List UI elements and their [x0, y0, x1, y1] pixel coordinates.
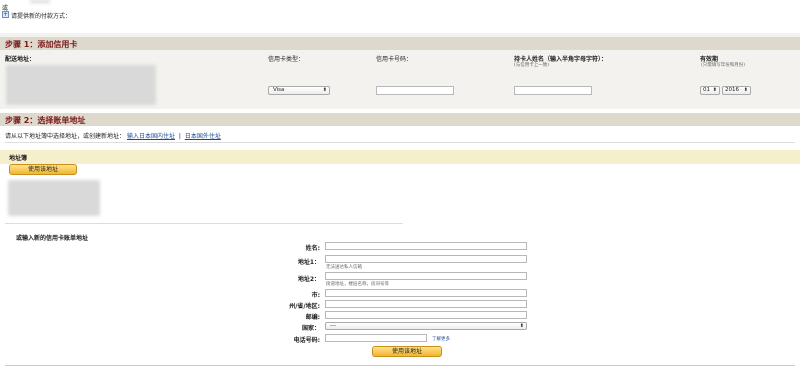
expiry-hint: (只需填写年份和月份)	[701, 63, 746, 68]
divider	[5, 142, 795, 143]
postal-input[interactable]	[325, 311, 527, 319]
blurred-address-book-entry	[8, 180, 100, 216]
bottom-divider	[5, 365, 795, 366]
address2-hint: 街道地址，楼层名称，房间号等	[326, 282, 389, 287]
step2-header: 步骤 2：选择账单地址	[0, 113, 800, 126]
card-number-label: 信用卡号码：	[376, 56, 413, 63]
address1-label: 地址1：	[297, 259, 320, 266]
country-select[interactable]: --- ⬍	[325, 322, 527, 330]
postal-label: 邮编:	[305, 314, 320, 321]
phone-input[interactable]	[325, 334, 427, 342]
card-number-input[interactable]	[376, 86, 454, 95]
expiry-year-select[interactable]: 2016 ⬍	[722, 86, 751, 95]
cardholder-hint: (与信用卡上一致)	[514, 63, 550, 68]
state-label: 州/省/地区:	[289, 303, 320, 310]
phone-more-link[interactable]: 了解更多	[432, 336, 450, 342]
expiry-month-value: 01	[703, 87, 710, 93]
card-type-select[interactable]: Visa ⬍	[268, 86, 330, 95]
step1-title: 步骤 1：添加信用卡	[5, 40, 78, 49]
step2-instruction-text: 请从以下地址簿中选择地址，或创建新地址：	[5, 133, 126, 140]
name-label: 姓名:	[305, 245, 320, 252]
cardholder-input[interactable]	[514, 86, 592, 95]
city-input[interactable]	[325, 289, 527, 297]
add-payment-toggle-icon[interactable]: +	[2, 11, 9, 18]
address1-input[interactable]	[325, 255, 527, 263]
city-label: 市:	[311, 292, 320, 299]
address2-input[interactable]	[325, 272, 527, 280]
use-address-button[interactable]: 使用该地址	[9, 164, 77, 175]
select-arrow-icon: ⬍	[712, 87, 717, 93]
select-arrow-icon: ⬍	[743, 87, 748, 93]
expiry-year-value: 2016	[725, 87, 739, 93]
link-separator: |	[178, 133, 181, 140]
address2-label: 地址2：	[297, 276, 320, 283]
select-arrow-icon: ⬍	[519, 323, 524, 329]
link-foreign-address[interactable]: 日本国外住址	[185, 133, 221, 140]
step2-instruction: 请从以下地址簿中选择地址，或创建新地址： 输入日本国内住址 | 日本国外住址	[5, 131, 221, 140]
phone-label: 电话号码:	[293, 337, 320, 344]
card-type-label: 信用卡类型：	[268, 56, 305, 63]
blurred-top-content	[30, 0, 50, 3]
link-japan-address[interactable]: 输入日本国内住址	[127, 133, 175, 140]
blurred-shipping-address	[6, 65, 156, 105]
select-arrow-icon: ⬍	[322, 87, 327, 93]
country-value: ---	[330, 323, 336, 329]
step2-title: 步骤 2：选择账单地址	[5, 116, 86, 125]
card-type-value: Visa	[273, 87, 285, 93]
add-payment-label: 请提供新的付款方式：	[11, 13, 72, 20]
address1-hint: 无法送达私人信箱	[326, 265, 362, 270]
state-input[interactable]	[325, 300, 527, 308]
step1-header: 步骤 1：添加信用卡	[0, 37, 800, 50]
new-address-heading: 或输入新的信用卡账单地址	[16, 235, 89, 242]
shipping-address-label: 配送地址：	[5, 56, 36, 63]
country-label: 国家：	[301, 325, 320, 332]
name-input[interactable]	[325, 242, 527, 250]
expiry-month-select[interactable]: 01 ⬍	[700, 86, 720, 95]
address-book-label: 地址簿	[9, 155, 28, 162]
address-divider	[5, 223, 403, 224]
submit-address-button[interactable]: 使用该地址	[372, 346, 442, 357]
address-book-box	[0, 150, 800, 164]
